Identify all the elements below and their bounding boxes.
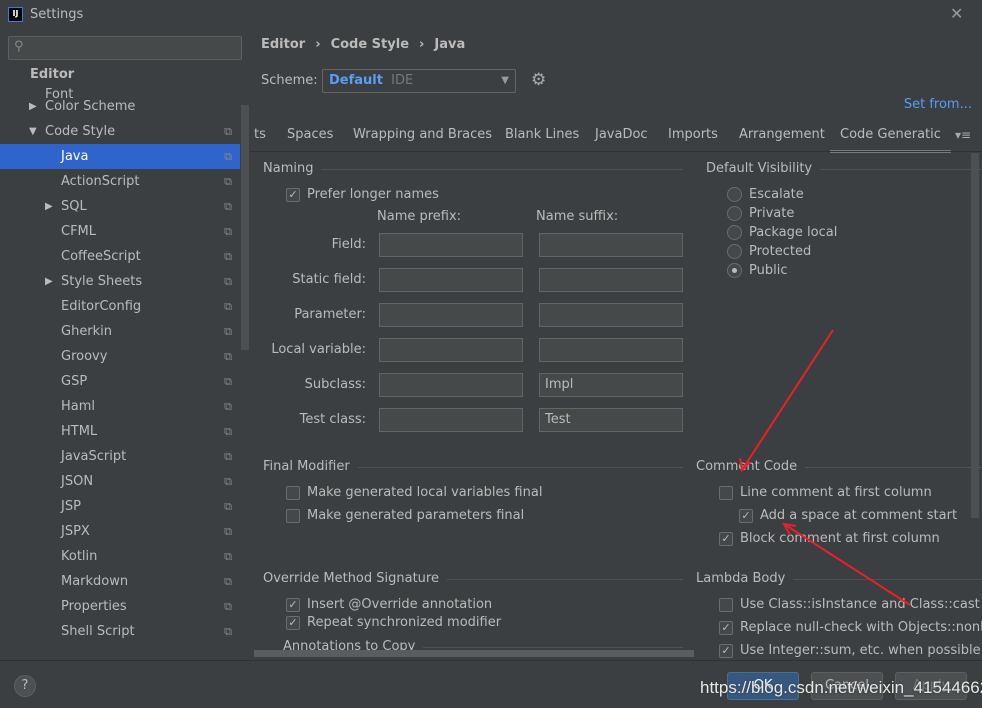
footer-divider — [0, 660, 982, 661]
help-button[interactable]: ? — [14, 675, 36, 697]
annotation-arrow — [741, 329, 834, 471]
annotation-arrow — [783, 523, 911, 606]
annotation-arrows — [739, 329, 911, 606]
watermark: https://blog.csdn.net/weixin_41544662 — [700, 678, 982, 697]
